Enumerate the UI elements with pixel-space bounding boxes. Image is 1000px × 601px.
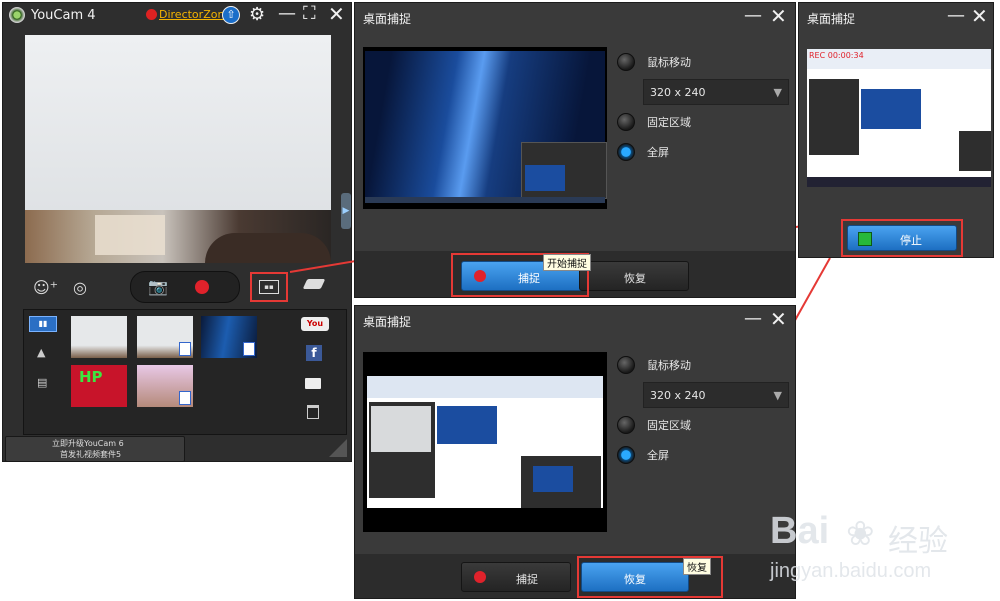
watermark-brand: Bai [770, 510, 830, 552]
chevron-down-icon: ▼ [773, 389, 782, 402]
resolution-select[interactable]: 320 x 240 ▼ [643, 79, 789, 105]
record-dot-icon [474, 571, 486, 583]
recording-preview: REC 00:00:34 [807, 49, 991, 187]
watermark-brand2: 经验 [888, 524, 948, 559]
capture-tooltip: 开始捕捉 [543, 254, 591, 271]
option-mouse-follow: 鼠标移动 [647, 359, 691, 372]
option-mouse-follow: 鼠标移动 [647, 56, 691, 69]
minimize-icon[interactable]: — [744, 7, 762, 25]
recording-status: REC 00:00:34 [809, 51, 864, 60]
option-fixed-area: 固定区域 [647, 116, 691, 129]
capture-dialog-start: 桌面捕捉 — ✕ 鼠标移动 320 x 240 ▼ 固定区域 全屏 捕捉 恢复 … [354, 2, 796, 298]
radio-fixed-area[interactable] [617, 113, 635, 131]
option-fullscreen: 全屏 [647, 146, 669, 159]
chevron-down-icon: ▼ [773, 86, 782, 99]
resolution-value: 320 x 240 [650, 389, 706, 402]
button-bar [355, 554, 795, 598]
stop-button-highlight [841, 219, 963, 257]
option-fullscreen: 全屏 [647, 449, 669, 462]
capture-preview [363, 47, 607, 209]
minimize-icon[interactable]: — [947, 7, 965, 25]
radio-fullscreen[interactable] [617, 143, 635, 161]
restore-tooltip: 恢复 [683, 558, 711, 575]
dialog-title: 桌面捕捉 [807, 12, 856, 26]
capture-dialog-restore: 桌面捕捉 — ✕ 鼠标移动 320 x 240 ▼ 固定区域 全屏 捕捉 恢复 … [354, 305, 796, 599]
radio-fixed-area[interactable] [617, 416, 635, 434]
dialog-title: 桌面捕捉 [363, 12, 412, 26]
restore-label: 恢复 [624, 272, 646, 285]
capture-label: 捕捉 [516, 573, 538, 586]
close-icon[interactable]: ✕ [971, 6, 988, 26]
radio-mouse-follow[interactable] [617, 53, 635, 71]
recording-dialog: 桌面捕捉 — ✕ REC 00:00:34 停止 [798, 2, 994, 258]
dialog-title: 桌面捕捉 [363, 315, 412, 329]
restore-button[interactable]: 恢复 [579, 261, 689, 291]
capture-preview [363, 352, 607, 532]
resolution-value: 320 x 240 [650, 86, 706, 99]
capture-button[interactable]: 捕捉 [461, 562, 571, 592]
close-icon[interactable]: ✕ [770, 309, 787, 329]
option-fixed-area: 固定区域 [647, 419, 691, 432]
resolution-select[interactable]: 320 x 240 ▼ [643, 382, 789, 408]
close-icon[interactable]: ✕ [770, 6, 787, 26]
watermark-url: jingyan.baidu.com [770, 560, 932, 582]
minimize-icon[interactable]: — [744, 310, 762, 328]
baidu-watermark: Bai ❀ 经验 jingyan.baidu.com [770, 510, 990, 595]
radio-fullscreen[interactable] [617, 446, 635, 464]
radio-mouse-follow[interactable] [617, 356, 635, 374]
paw-icon: ❀ [846, 514, 875, 554]
